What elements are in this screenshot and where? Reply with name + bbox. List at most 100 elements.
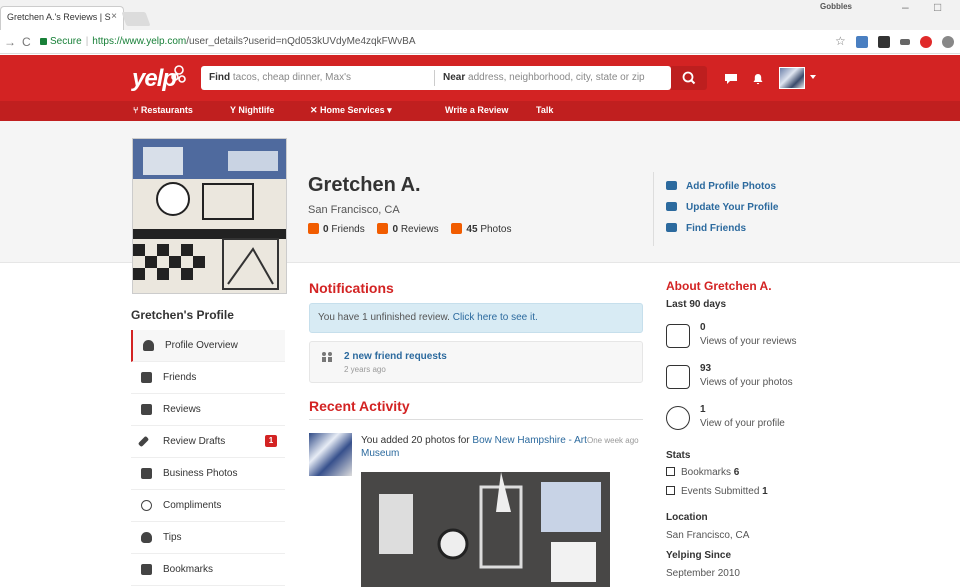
- sidebar-item-profile-overview[interactable]: Profile Overview: [131, 330, 285, 362]
- yelp-header: yelp Find tacos, cheap dinner, Max's Nea…: [0, 55, 960, 101]
- add-friend-icon: [666, 223, 677, 232]
- bookmarks-stat: Bookmarks 6: [666, 467, 739, 478]
- nav-restaurants-label: Restaurants: [140, 105, 193, 115]
- friends-icon: [141, 372, 152, 383]
- near-field[interactable]: Near address, neighborhood, city, state …: [443, 72, 645, 83]
- sidebar-item-bookmarks[interactable]: Bookmarks: [131, 554, 285, 586]
- ribbon-icon: [141, 500, 152, 511]
- review-views-value: 0: [700, 322, 706, 333]
- friends-stat[interactable]: 0 Friends: [308, 223, 365, 235]
- add-profile-photos-link[interactable]: Add Profile Photos: [666, 181, 776, 192]
- add-profile-photos-label: Add Profile Photos: [686, 181, 776, 192]
- find-field[interactable]: Find tacos, cheap dinner, Max's: [209, 72, 351, 83]
- search-icon: [682, 71, 696, 85]
- events-label: Events Submitted: [681, 486, 760, 497]
- search-button[interactable]: [671, 66, 707, 90]
- sidebar-item-tips[interactable]: Tips: [131, 522, 285, 554]
- events-stat: Events Submitted 1: [666, 486, 768, 497]
- profile-name: Gretchen A.: [308, 174, 421, 196]
- chevron-down-icon[interactable]: [810, 75, 816, 79]
- extension-circle-icon[interactable]: [942, 36, 954, 48]
- id-card-icon: [666, 202, 677, 211]
- tab-title: Gretchen A.'s Reviews | S: [7, 12, 111, 22]
- photos-stat[interactable]: 45 Photos: [451, 223, 511, 235]
- reload-icon[interactable]: C: [22, 35, 31, 49]
- bookmark-icon: [666, 467, 675, 476]
- sidebar-item-label: Tips: [163, 532, 182, 543]
- secure-label: Secure: [50, 36, 82, 47]
- address-bar: → C Secure | https://www.yelp.com/user_det…: [0, 30, 960, 54]
- new-tab-button[interactable]: [121, 12, 151, 26]
- messages-icon[interactable]: [724, 73, 738, 85]
- bookmarks-value: 6: [733, 467, 740, 478]
- activity-thumbnail[interactable]: [309, 433, 352, 476]
- profile-menu: Profile Overview Friends Reviews Review …: [131, 330, 285, 586]
- reviews-stat[interactable]: 0 Reviews: [377, 223, 439, 235]
- sidebar-item-compliments[interactable]: Compliments: [131, 490, 285, 522]
- nav-talk[interactable]: Talk: [536, 105, 553, 115]
- notice-link[interactable]: Click here to see it.: [453, 312, 538, 323]
- maximize-icon[interactable]: □: [934, 0, 941, 14]
- camera-icon: [141, 468, 152, 479]
- update-profile-label: Update Your Profile: [686, 202, 779, 213]
- yelp-logo[interactable]: yelp: [132, 65, 177, 93]
- sidebar-item-label: Profile Overview: [165, 340, 238, 351]
- star-icon: [377, 223, 389, 234]
- friends-icon: [308, 223, 319, 234]
- close-tab-icon[interactable]: ×: [111, 11, 117, 22]
- category-nav: ⑂ Restaurants Y Nightlife ✕ Home Service…: [0, 101, 960, 121]
- person-icon: [666, 406, 690, 430]
- near-label: Near: [443, 72, 466, 83]
- friends-count: 0: [323, 224, 329, 235]
- photo-views-metric: 93 Views of your photos: [666, 363, 826, 403]
- sidebar-item-friends[interactable]: Friends: [131, 362, 285, 394]
- reviews-count: 0: [392, 224, 399, 235]
- bulb-icon: [141, 532, 152, 543]
- url-path: /user_details?userid=nQd053kUVdyMe4zqkFW…: [186, 36, 416, 47]
- browser-tab[interactable]: Gretchen A.'s Reviews | S ×: [0, 6, 124, 30]
- sidebar-item-label: Compliments: [163, 500, 222, 511]
- extension-film-icon[interactable]: [878, 36, 890, 48]
- events-value: 1: [762, 486, 768, 497]
- sidebar-item-review-drafts[interactable]: Review Drafts: [131, 426, 285, 458]
- activity-photo[interactable]: [361, 472, 610, 587]
- friends-label: Friends: [331, 224, 365, 235]
- find-friends-link[interactable]: Find Friends: [666, 223, 746, 234]
- browser-profile-name[interactable]: Gobbles: [820, 2, 852, 11]
- sidebar-item-business-photos[interactable]: Business Photos: [131, 458, 285, 490]
- notifications-bell-icon[interactable]: [752, 73, 764, 85]
- friend-requests-time: 2 years ago: [344, 365, 386, 374]
- profile-photo[interactable]: [132, 138, 287, 294]
- star-icon: [666, 324, 690, 348]
- extension-arrow-icon[interactable]: [900, 39, 910, 45]
- update-profile-link[interactable]: Update Your Profile: [666, 202, 778, 213]
- friend-requests-card: 2 new friend requests 2 years ago: [309, 341, 643, 383]
- friend-requests-link[interactable]: 2 new friend requests: [344, 351, 447, 362]
- forward-icon[interactable]: →: [4, 35, 16, 49]
- minimize-icon[interactable]: –: [902, 0, 909, 14]
- location-value: San Francisco, CA: [666, 530, 750, 541]
- friends-icon: [322, 352, 332, 362]
- nav-home-services[interactable]: ✕ Home Services ▾: [310, 105, 392, 116]
- bookmark-star-icon[interactable]: ☆: [835, 34, 846, 48]
- nav-restaurants[interactable]: ⑂ Restaurants: [133, 105, 193, 115]
- sidebar-item-reviews[interactable]: Reviews: [131, 394, 285, 426]
- pinterest-icon[interactable]: [920, 36, 932, 48]
- photos-count: 45: [466, 224, 478, 235]
- drafts-count-badge: 1: [265, 435, 277, 447]
- bookmarks-label: Bookmarks: [681, 467, 732, 478]
- nav-nightlife-label: Nightlife: [238, 105, 275, 115]
- nav-nightlife[interactable]: Y Nightlife: [230, 105, 274, 115]
- url-field[interactable]: Secure | https://www.yelp.com/user_details…: [40, 34, 850, 50]
- extension-icon[interactable]: [856, 36, 868, 48]
- sidebar-title: Gretchen's Profile: [131, 308, 234, 322]
- about-period: Last 90 days: [666, 299, 727, 310]
- nav-write-review[interactable]: Write a Review: [445, 105, 508, 115]
- activity-description: You added 20 photos for: [361, 435, 470, 446]
- photos-label: Photos: [480, 224, 512, 235]
- profile-views-metric: 1 View of your profile: [666, 404, 826, 444]
- user-avatar[interactable]: [779, 67, 805, 89]
- bookmark-icon: [141, 564, 152, 575]
- find-friends-label: Find Friends: [686, 223, 746, 234]
- url-host: https://www.yelp.com: [92, 36, 187, 47]
